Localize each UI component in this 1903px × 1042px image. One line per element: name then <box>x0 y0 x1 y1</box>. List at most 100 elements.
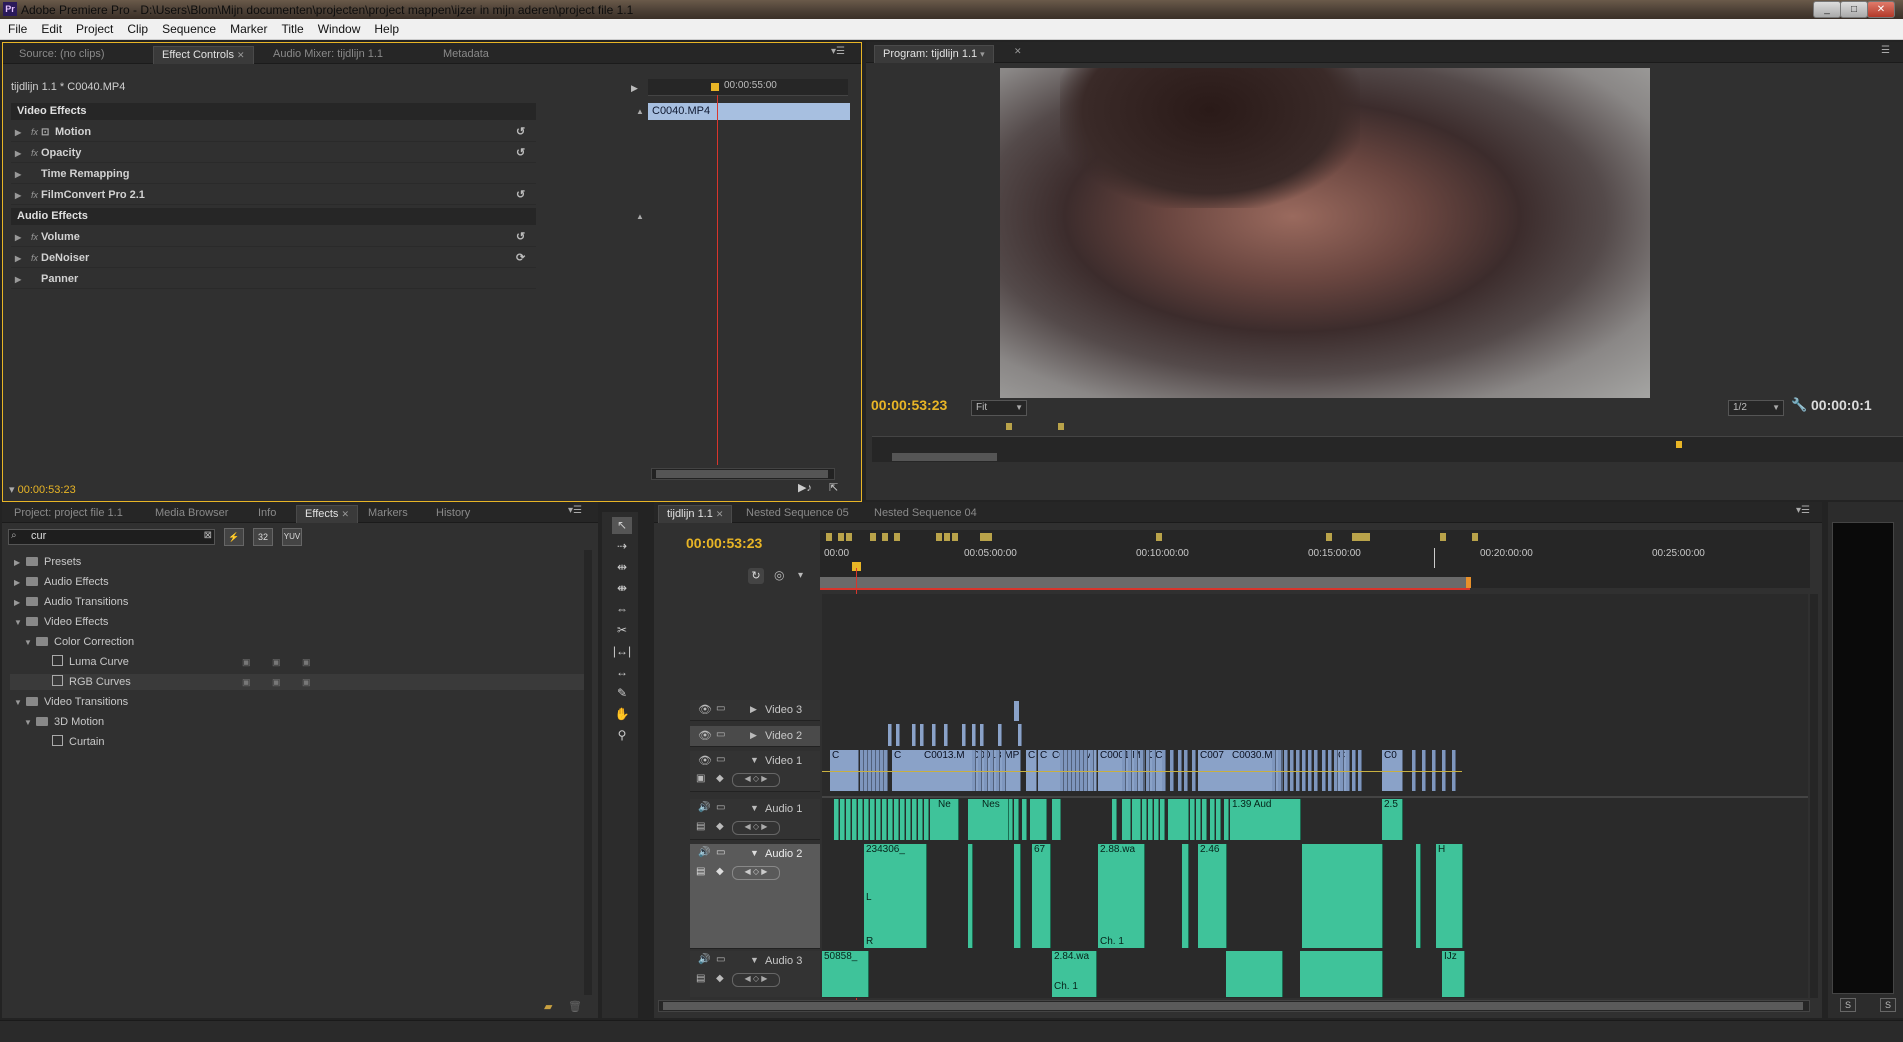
marker-icon[interactable] <box>986 533 992 541</box>
tree-item-audio-transitions[interactable]: ▶ Audio Transitions <box>14 594 128 610</box>
audio1-clip[interactable] <box>1142 799 1147 840</box>
edit-icon[interactable]: ⟳ <box>516 250 525 267</box>
keyframe-nav-control[interactable]: ◀ ◇ ▶ <box>732 773 780 787</box>
program-playhead-icon[interactable] <box>1676 441 1682 448</box>
marker-icon[interactable] <box>944 533 950 541</box>
expand-triangle-icon[interactable]: ▶ <box>15 187 21 204</box>
ripple-edit-tool-icon[interactable]: ⇹ <box>612 559 632 576</box>
ec-clip-bar[interactable]: C0040.MP4 <box>648 103 850 120</box>
audio1-clip[interactable] <box>840 799 845 840</box>
audio2-clip[interactable]: 67 <box>1032 844 1051 948</box>
audio1-clip[interactable] <box>894 799 899 840</box>
collapse-icon[interactable]: ▲ <box>636 103 644 120</box>
audio1-clip[interactable] <box>882 799 887 840</box>
tree-item-video-effects[interactable]: ▼ Video Effects <box>14 614 108 630</box>
expand-triangle-icon[interactable]: ▶ <box>15 124 21 141</box>
audio1-clip[interactable] <box>1056 799 1061 840</box>
video2-clip[interactable] <box>888 724 892 746</box>
audio1-clip[interactable] <box>1210 799 1215 840</box>
tab-history[interactable]: History <box>428 505 478 522</box>
audio2-clip[interactable] <box>1302 844 1383 948</box>
accelerated-effects-icon[interactable]: ⚡ <box>224 528 244 546</box>
audio1-clip[interactable]: Ne <box>936 799 959 840</box>
track-header-video3[interactable]: 👁 ▭ ▶ Video 3 <box>690 700 820 721</box>
video2-clip[interactable] <box>912 724 916 746</box>
collapse-triangle-icon[interactable]: ▼ <box>750 955 759 965</box>
lock-icon[interactable]: ▭ <box>716 703 725 714</box>
track-select-tool-icon[interactable]: ⇢ <box>612 538 632 555</box>
marker-icon[interactable] <box>1156 533 1162 541</box>
tree-item-color-correction[interactable]: ▼ Color Correction <box>24 634 134 650</box>
marker-icon[interactable] <box>952 533 958 541</box>
tab-nested-04[interactable]: Nested Sequence 04 <box>866 505 985 522</box>
menu-marker[interactable]: Marker <box>222 19 273 39</box>
tab-info[interactable]: Info <box>250 505 284 522</box>
lock-icon[interactable]: ▭ <box>716 954 725 965</box>
track-header-audio2[interactable]: 🔊 ▭ ▼ Audio 2 ▤ ◆ ◀ ◇ ▶ <box>690 844 820 949</box>
close-icon[interactable]: ✕ <box>1014 46 1022 57</box>
audio1-clip[interactable] <box>906 799 911 840</box>
marker-icon[interactable] <box>1058 423 1064 430</box>
audio1-clip[interactable] <box>864 799 869 840</box>
program-marker-strip[interactable] <box>872 420 1903 434</box>
menu-file[interactable]: File <box>0 19 33 39</box>
expand-triangle-icon[interactable]: ▶ <box>15 271 21 288</box>
slide-tool-icon[interactable]: ↔ <box>612 664 632 681</box>
32bit-effects-button[interactable]: 32 <box>253 528 273 546</box>
tree-item-presets[interactable]: ▶ Presets <box>14 554 81 570</box>
tab-tijdlijn[interactable]: tijdlijn 1.1 ✕ <box>658 505 733 523</box>
audio3-clip[interactable]: 2.84.wa Ch. 1 <box>1052 951 1097 997</box>
audio2-clip[interactable] <box>968 844 973 948</box>
audio2-clip[interactable]: 234306_ L R <box>864 844 927 948</box>
track-header-audio3[interactable]: 🔊 ▭ ▼ Audio 3 ▤ ◆ ◀ ◇ ▶ <box>690 951 820 997</box>
marker-icon[interactable] <box>1006 423 1012 430</box>
marker-icon[interactable] <box>882 533 888 541</box>
menu-project[interactable]: Project <box>68 19 119 39</box>
panel-menu-icon[interactable]: ☰ <box>1881 45 1890 56</box>
audio1-clip[interactable] <box>1184 799 1189 840</box>
audio1-clip[interactable] <box>1190 799 1195 840</box>
ec-ruler[interactable]: 00:00:55:00 <box>648 79 848 96</box>
tab-metadata[interactable]: Metadata <box>435 46 497 63</box>
expand-triangle-icon[interactable]: ▶ <box>750 730 757 741</box>
tree-item-rgb-curves[interactable]: RGB Curves ▣ ▣ ▣ <box>10 674 588 690</box>
expand-triangle-icon[interactable]: ▶ <box>15 250 21 267</box>
audio1-clip[interactable]: 2.5 <box>1382 799 1403 840</box>
effect-row-panner[interactable]: ▶ Panner <box>11 271 536 289</box>
menu-window[interactable]: Window <box>310 19 367 39</box>
add-marker-icon[interactable]: ▾ <box>798 570 803 581</box>
work-area-bar[interactable] <box>820 577 1470 590</box>
expand-triangle-icon[interactable]: ▶ <box>15 166 21 183</box>
audio3-clip[interactable] <box>1300 951 1383 997</box>
speaker-icon[interactable]: 🔊 <box>698 954 710 965</box>
program-scrubber[interactable] <box>872 436 1903 462</box>
keyframe-nav-control[interactable]: ◀ ◇ ▶ <box>732 973 780 987</box>
audio2-clip[interactable] <box>1416 844 1421 948</box>
collapse-triangle-icon[interactable]: ▼ <box>14 695 26 711</box>
close-window-button[interactable]: ✕ <box>1867 1 1895 18</box>
fx-icon[interactable]: fx <box>31 250 38 267</box>
expand-triangle-icon[interactable]: ▶ <box>750 704 757 715</box>
lock-icon[interactable]: ▭ <box>716 802 725 813</box>
display-style-icon[interactable]: ▤ <box>696 866 705 877</box>
video2-clip[interactable] <box>962 724 966 746</box>
video2-clip[interactable] <box>944 724 948 746</box>
marker-icon[interactable] <box>870 533 876 541</box>
maximize-button[interactable]: □ <box>1840 1 1868 18</box>
display-style-icon[interactable]: ▤ <box>696 821 705 832</box>
marker-icon[interactable] <box>894 533 900 541</box>
rate-stretch-tool-icon[interactable]: ⇔ <box>612 601 632 618</box>
effect-row-filmconvert[interactable]: ▶ fx FilmConvert Pro 2.1 ↺ <box>11 187 536 205</box>
expand-triangle-icon[interactable]: ▶ <box>15 229 21 246</box>
lock-icon[interactable]: ▭ <box>716 847 725 858</box>
selection-tool-icon[interactable]: ↖ <box>612 517 632 534</box>
expand-arrow-icon[interactable]: ▶ <box>631 83 638 94</box>
reset-icon[interactable]: ↺ <box>516 229 525 246</box>
audio1-clip[interactable] <box>1014 799 1019 840</box>
audio1-clip[interactable] <box>846 799 851 840</box>
effect-row-denoiser[interactable]: ▶ fx DeNoiser ⟳ <box>11 250 536 268</box>
close-icon[interactable]: ✕ <box>716 509 724 519</box>
marker-icon[interactable] <box>846 533 852 541</box>
effects-scrollbar[interactable] <box>584 550 592 995</box>
audio1-clip[interactable] <box>924 799 929 840</box>
